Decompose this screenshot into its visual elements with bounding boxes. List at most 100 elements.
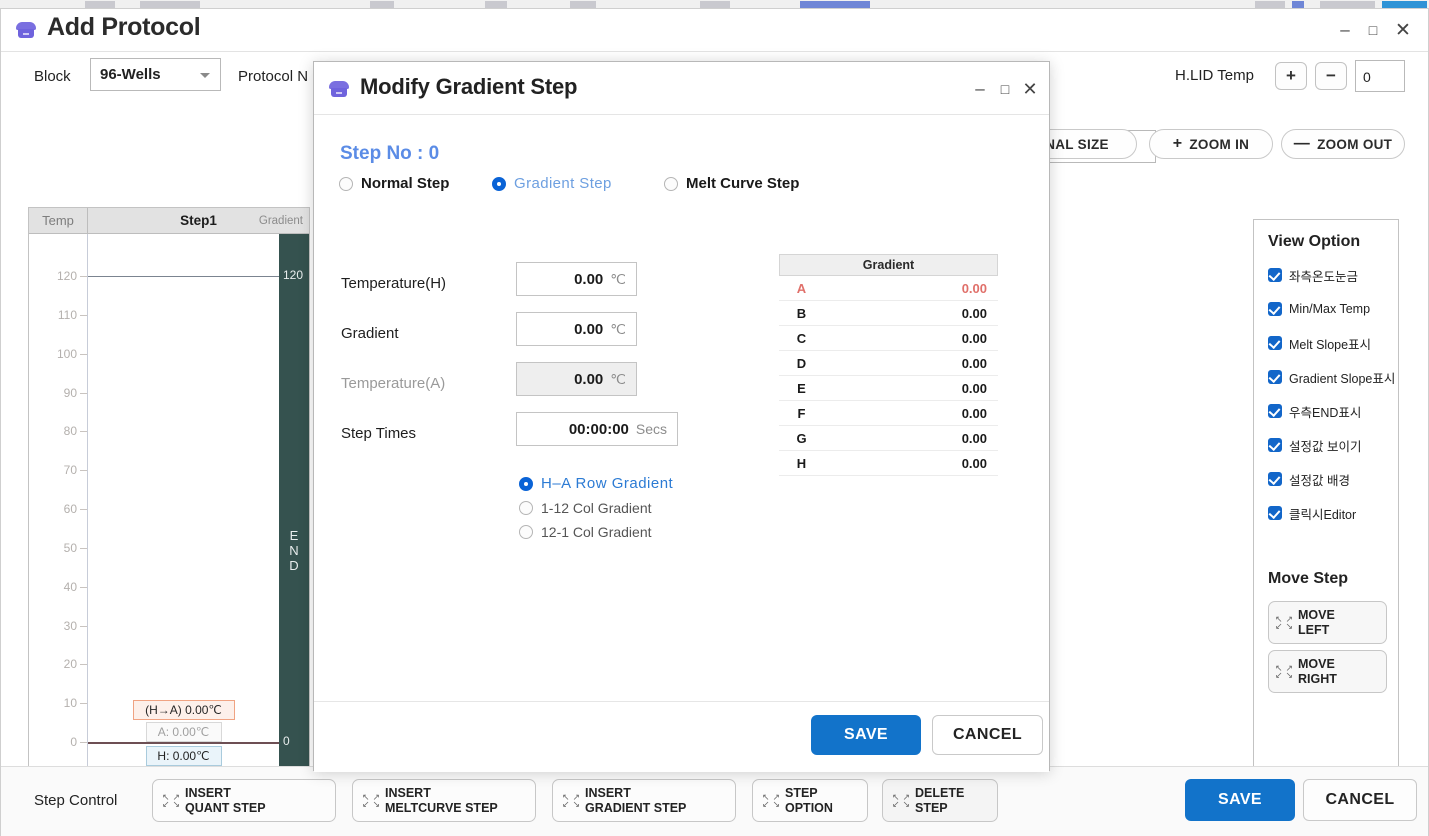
checkbox-icon[interactable] [1268,404,1282,418]
table-row[interactable]: C 0.00 [779,326,998,351]
radio-gradient-step[interactable]: Gradient Step [492,175,612,192]
insert-quant-step-button[interactable]: ↖ ↗ ↙ ↘ INSERT QUANT STEP [152,779,336,822]
table-row[interactable]: F 0.00 [779,401,998,426]
gradient-row-key: D [796,355,807,371]
radio-melt-curve-step[interactable]: Melt Curve Step [664,175,799,192]
step-option-button[interactable]: ↖ ↗ ↙ ↘ STEP OPTION [752,779,868,822]
view-option-label: 우측END표시 [1289,405,1362,420]
table-row[interactable]: H 0.00 [779,451,998,476]
close-icon[interactable]: ✕ [1390,17,1416,43]
checkbox-icon[interactable] [1268,370,1282,384]
temperature-h-input[interactable]: 0.00 ℃ [516,262,637,296]
original-size-label: INAL SIZE [1041,136,1109,152]
view-option-item[interactable]: Gradient Slope표시 [1268,367,1395,387]
chart-plot-area[interactable]: 120 110 100 90 80 70 60 50 40 30 20 10 0 (H→A) 0.00℃… [29,234,309,796]
step-times-input[interactable]: 00:00:00 Secs [516,412,678,446]
insert-meltcurve-step-button[interactable]: ↖ ↗ ↙ ↘ INSERT MELTCURVE STEP [352,779,536,822]
checkbox-icon[interactable] [1268,302,1282,316]
table-row[interactable]: B 0.00 [779,301,998,326]
bg-chip [1320,1,1375,8]
view-option-label: 좌측온도눈금 [1289,269,1359,284]
block-select[interactable]: 96-Wells [90,58,221,91]
temperature-a-input: 0.00 ℃ [516,362,637,396]
table-row[interactable]: D 0.00 [779,351,998,376]
gradient-row-value: 0.00 [961,280,987,296]
hlid-temp-input[interactable]: 0 [1355,60,1405,92]
zoom-in-button[interactable]: + ZOOM IN [1149,129,1273,159]
bg-chip [800,1,870,8]
zoom-out-button[interactable]: — ZOOM OUT [1281,129,1405,159]
view-option-item[interactable]: 좌측온도눈금 [1268,265,1358,285]
checkbox-icon[interactable] [1268,336,1282,350]
gradient-unit: ℃ [610,320,626,337]
view-option-label: Gradient Slope표시 [1289,371,1396,386]
view-option-item[interactable]: 클릭시Editor [1268,503,1356,523]
chart-badge-delta[interactable]: (H→A) 0.00℃ [132,700,235,720]
view-option-label: Melt Slope표시 [1289,337,1372,352]
modify-gradient-step-dialog: Modify Gradient Step – □ ✕ Step No : 0 N… [313,61,1050,772]
move-arrows-icon: ↖ ↗ ↙ ↘ [1275,662,1293,680]
radio-melt-curve-step-label: Melt Curve Step [686,175,800,192]
view-option-item[interactable]: Melt Slope표시 [1268,333,1371,353]
chart-badge-h-temp[interactable]: H: 0.00℃ [145,746,222,766]
table-row[interactable]: E 0.00 [779,376,998,401]
radio-icon [519,501,533,515]
hlid-increase-button[interactable]: + [1275,62,1307,90]
table-row[interactable]: G 0.00 [779,426,998,451]
dialog-titlebar: Modify Gradient Step – □ ✕ [314,62,1049,115]
gradient-row-key: E [797,380,806,396]
view-option-item[interactable]: 설정값 보이기 [1268,435,1361,455]
radio-icon [339,176,353,191]
y-axis-tick: 50 [39,541,87,555]
gradient-table-header: Gradient [779,254,998,276]
radio-gradient-step-label: Gradient Step [514,175,612,192]
radio-normal-step[interactable]: Normal Step [339,175,449,192]
insert-gradient-step-button[interactable]: ↖ ↗ ↙ ↘ INSERT GRADIENT STEP [552,779,736,822]
dialog-cancel-button[interactable]: CANCEL [932,715,1043,755]
gradient-row-value: 0.00 [961,455,987,471]
view-option-item[interactable]: Min/Max Temp [1268,299,1370,319]
view-option-item[interactable]: 설정값 배경 [1268,469,1350,489]
move-right-button[interactable]: ↖ ↗ ↙ ↘ MOVE RIGHT [1268,650,1387,693]
radio-12-1-col-gradient[interactable]: 12-1 Col Gradient [519,524,652,540]
save-button[interactable]: SAVE [1185,779,1295,821]
view-option-label: Min/Max Temp [1289,302,1371,316]
checkbox-icon[interactable] [1268,506,1282,520]
move-arrows-icon: ↖ ↗ ↙ ↘ [1275,613,1293,631]
chevron-down-icon [200,73,210,78]
dialog-minimize-icon[interactable]: – [967,76,993,102]
delete-step-button[interactable]: ↖ ↗ ↙ ↘ DELETE STEP [882,779,998,822]
move-left-button[interactable]: ↖ ↗ ↙ ↘ MOVE LEFT [1268,601,1387,644]
chart-step-header[interactable]: Step1 Gradient [88,208,309,233]
radio-1-12-col-gradient[interactable]: 1-12 Col Gradient [519,500,652,516]
minus-icon: — [1293,135,1311,152]
minimize-icon[interactable]: – [1332,17,1358,43]
main-titlebar: Add Protocol – □ ✕ [1,9,1428,52]
zoom-in-label: ZOOM IN [1189,136,1250,152]
radio-ha-row-gradient-label: H–A Row Gradient [541,475,674,492]
insert-meltcurve-step-label: INSERT MELTCURVE STEP [385,785,498,815]
step-control-bar: Step Control ↖ ↗ ↙ ↘ INSERT QUANT STEP ↖ ↗ ↙ ↘ … [1,766,1428,836]
hlid-decrease-button[interactable]: − [1315,62,1347,90]
checkbox-icon[interactable] [1268,268,1282,282]
protocol-chart-panel[interactable]: Temp Step1 Gradient 120 110 100 90 80 70 60 50 4… [28,207,310,797]
dialog-save-button[interactable]: SAVE [811,715,921,755]
dialog-close-icon[interactable]: ✕ [1017,76,1043,102]
y-axis-tick: 120 [39,269,87,283]
cancel-button[interactable]: CANCEL [1303,779,1417,821]
radio-ha-row-gradient[interactable]: H–A Row Gradient [519,475,673,492]
view-option-item[interactable]: 우측END표시 [1268,401,1361,421]
radio-normal-step-label: Normal Step [361,175,450,192]
checkbox-icon[interactable] [1268,438,1282,452]
table-row[interactable]: A 0.00 [779,276,998,301]
gradient-row-value: 0.00 [961,330,987,346]
gradient-input[interactable]: 0.00 ℃ [516,312,637,346]
chart-header: Temp Step1 Gradient [29,208,309,234]
maximize-icon[interactable]: □ [1360,17,1386,43]
chart-badge-a-temp[interactable]: A: 0.00℃ [145,722,222,742]
y-axis-tick: 110 [39,308,87,322]
thermocycler-dialog-icon [328,79,350,99]
bg-chip [570,1,596,8]
checkbox-icon[interactable] [1268,472,1282,486]
dialog-maximize-icon[interactable]: □ [992,76,1018,102]
